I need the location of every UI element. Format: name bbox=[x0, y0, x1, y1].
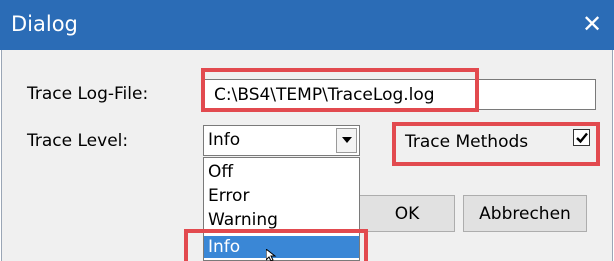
cancel-button[interactable]: Abbrechen bbox=[463, 195, 587, 232]
title-bar: Dialog ✕ bbox=[0, 0, 614, 50]
trace-methods-highlight bbox=[392, 122, 600, 166]
trace-logfile-label: Trace Log-File: bbox=[27, 84, 149, 104]
dropdown-option-warning[interactable]: Warning bbox=[204, 209, 359, 231]
dropdown-option-off[interactable]: Off bbox=[204, 161, 359, 183]
mouse-cursor-icon bbox=[266, 249, 277, 261]
trace-level-label: Trace Level: bbox=[27, 131, 129, 151]
window-title: Dialog bbox=[11, 12, 78, 36]
dropdown-option-error[interactable]: Error bbox=[204, 185, 359, 207]
trace-level-value: Info bbox=[208, 130, 241, 150]
trace-level-combobox[interactable]: Info bbox=[203, 125, 360, 156]
logfile-highlight bbox=[201, 68, 479, 112]
chevron-down-icon bbox=[342, 137, 352, 143]
ok-button[interactable]: OK bbox=[360, 195, 455, 232]
close-icon[interactable]: ✕ bbox=[578, 9, 606, 39]
combo-dropdown-button[interactable] bbox=[336, 128, 357, 153]
